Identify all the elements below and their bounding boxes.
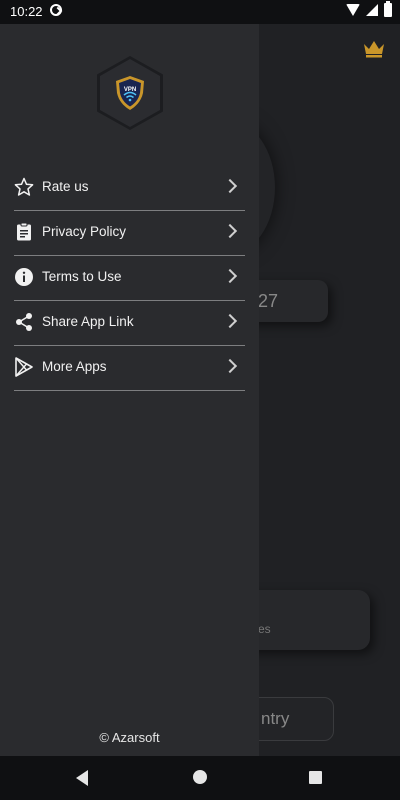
wifi-icon (346, 4, 360, 16)
chevron-right-icon (222, 268, 238, 284)
navigation-drawer: VPN Rate us Privacy Policy Terms to Use … (0, 24, 259, 756)
status-bar: 10:22 (0, 0, 400, 24)
info-icon (15, 268, 33, 286)
menu-item-label: Terms to Use (42, 269, 122, 284)
back-icon[interactable] (76, 770, 88, 786)
menu-item-more-apps[interactable]: More Apps (14, 346, 245, 391)
chevron-right-icon (222, 223, 238, 239)
document-icon (17, 222, 31, 241)
menu-item-terms-to-use[interactable]: Terms to Use (14, 256, 245, 301)
background-card-text: es (258, 622, 271, 636)
sync-icon (50, 4, 62, 16)
status-time: 10:22 (10, 4, 43, 19)
menu-item-share-app-link[interactable]: Share App Link (14, 301, 245, 346)
menu-item-rate-us[interactable]: Rate us (14, 166, 245, 211)
battery-icon (384, 1, 392, 17)
system-icons (346, 1, 392, 17)
star-icon (14, 177, 34, 196)
copyright-text: © Azarsoft (99, 730, 160, 745)
menu-item-label: More Apps (42, 359, 107, 374)
app-logo: VPN (97, 56, 163, 130)
signal-icon (366, 4, 378, 16)
vpn-shield-icon: VPN (116, 76, 144, 110)
system-navigation-bar (0, 756, 400, 800)
premium-crown-icon[interactable] (362, 38, 386, 58)
background-button-text: ntry (261, 709, 290, 728)
menu-item-label: Rate us (42, 179, 89, 194)
chevron-right-icon (222, 178, 238, 194)
home-icon[interactable] (193, 770, 207, 784)
menu-item-label: Share App Link (42, 314, 134, 329)
menu-item-label: Privacy Policy (42, 224, 127, 239)
share-icon (16, 313, 32, 331)
drawer-menu: Rate us Privacy Policy Terms to Use Shar… (14, 166, 245, 391)
chevron-right-icon (222, 358, 238, 374)
recent-apps-icon[interactable] (309, 771, 322, 784)
play-store-icon (15, 357, 33, 377)
background-timer-text: 27 (258, 291, 279, 311)
chevron-right-icon (222, 313, 238, 329)
menu-item-privacy-policy[interactable]: Privacy Policy (14, 211, 245, 256)
